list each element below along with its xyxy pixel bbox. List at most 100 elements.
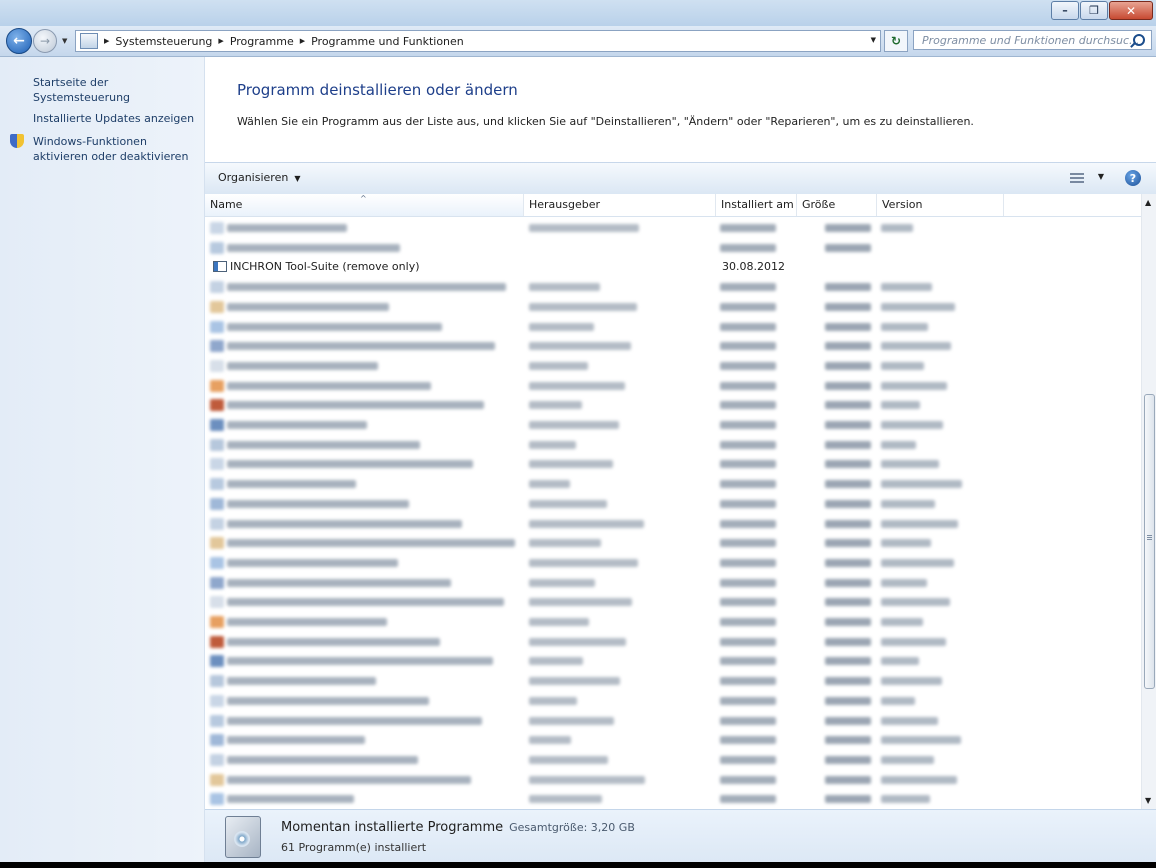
table-row[interactable] (205, 474, 1141, 494)
column-header: Name ^ Herausgeber Installiert am Größe … (205, 194, 1141, 217)
history-dropdown-icon[interactable]: ▼ (62, 37, 67, 45)
table-row[interactable] (205, 415, 1141, 435)
table-row[interactable] (205, 514, 1141, 534)
redacted-cell (881, 677, 942, 686)
column-version[interactable]: Version (877, 194, 1004, 216)
table-row[interactable] (205, 533, 1141, 553)
title-bar[interactable]: – ❐ ✕ (0, 0, 1156, 26)
table-row[interactable] (205, 789, 1141, 809)
refresh-button[interactable]: ↻ (884, 30, 908, 52)
command-bar: Organisieren ▼ ▼ ? (205, 162, 1156, 195)
table-row[interactable] (205, 651, 1141, 671)
redacted-cell (720, 598, 776, 607)
redacted-cell (227, 224, 347, 232)
redacted-cell (881, 401, 920, 410)
view-options-icon[interactable] (1070, 173, 1084, 184)
table-row[interactable] (205, 750, 1141, 770)
link-windows-features[interactable]: Windows-Funktionen aktivieren oder deakt… (33, 134, 188, 164)
redacted-cell (227, 283, 506, 292)
redacted-cell (529, 736, 571, 745)
redacted-cell (881, 302, 955, 311)
link-control-panel-home[interactable]: Startseite der Systemsteuerung (33, 75, 204, 105)
table-row[interactable] (205, 573, 1141, 593)
close-icon: ✕ (1125, 3, 1137, 18)
close-button[interactable]: ✕ (1109, 1, 1153, 20)
redacted-cell (881, 558, 954, 567)
arrow-left-icon: ← (13, 33, 25, 49)
forward-button[interactable]: → (33, 29, 57, 53)
table-row[interactable] (205, 238, 1141, 258)
table-row[interactable] (205, 277, 1141, 297)
column-publisher[interactable]: Herausgeber (524, 194, 716, 216)
breadcrumb-programme[interactable]: Programme (230, 35, 294, 48)
redacted-cell (881, 283, 932, 292)
redacted-cell (881, 480, 962, 489)
maximize-button[interactable]: ❐ (1080, 1, 1108, 20)
redacted-cell (529, 460, 613, 469)
redacted-cell (720, 480, 776, 489)
column-installed[interactable]: Installiert am (716, 194, 797, 216)
column-size[interactable]: Größe (797, 194, 877, 216)
redacted-cell (529, 677, 620, 686)
redacted-cell (227, 302, 389, 311)
redacted-cell (720, 716, 776, 725)
table-row[interactable] (205, 376, 1141, 396)
scroll-up-icon[interactable]: ▲ (1145, 198, 1151, 207)
table-row[interactable] (205, 494, 1141, 514)
table-row[interactable] (205, 592, 1141, 612)
table-row[interactable] (205, 297, 1141, 317)
chevron-right-icon[interactable]: ▶ (300, 37, 305, 45)
control-panel-window: – ❐ ✕ ← → ▼ ▶ Systemsteuerung ▶ Programm… (0, 0, 1156, 862)
minimize-button[interactable]: – (1051, 1, 1079, 20)
table-row[interactable] (205, 671, 1141, 691)
table-row[interactable] (205, 395, 1141, 415)
program-list[interactable]: INCHRON Tool-Suite (remove only) 30.08.20… (205, 217, 1141, 809)
breadcrumb-programme-und-funktionen[interactable]: Programme und Funktionen (311, 35, 464, 48)
program-icon (210, 753, 224, 766)
column-name[interactable]: Name ^ (205, 194, 524, 216)
scroll-down-icon[interactable]: ▼ (1145, 796, 1151, 805)
table-row[interactable] (205, 612, 1141, 632)
help-icon[interactable]: ? (1125, 170, 1141, 186)
chevron-right-icon[interactable]: ▶ (104, 37, 109, 45)
program-icon (210, 281, 224, 294)
table-row[interactable] (205, 317, 1141, 337)
table-row[interactable] (205, 336, 1141, 356)
search-placeholder: Programme und Funktionen durchsuc... (922, 34, 1140, 47)
table-row[interactable] (205, 454, 1141, 474)
program-icon (210, 300, 224, 313)
chevron-right-icon[interactable]: ▶ (218, 37, 223, 45)
table-row[interactable] (205, 770, 1141, 790)
table-row[interactable]: INCHRON Tool-Suite (remove only) 30.08.20… (205, 257, 1141, 277)
redacted-cell (529, 795, 602, 804)
table-row[interactable] (205, 356, 1141, 376)
address-dropdown-icon[interactable]: ▼ (871, 36, 876, 44)
address-field[interactable]: ▶ Systemsteuerung ▶ Programme ▶ Programm… (75, 30, 881, 52)
program-icon (210, 773, 224, 786)
table-row[interactable] (205, 632, 1141, 652)
breadcrumb-systemsteuerung[interactable]: Systemsteuerung (115, 35, 212, 48)
organize-button[interactable]: Organisieren ▼ (218, 171, 300, 184)
redacted-cell (720, 401, 776, 410)
search-input[interactable]: Programme und Funktionen durchsuc... (913, 30, 1152, 50)
details-title-text: Momentan installierte Programme (281, 820, 504, 835)
table-row[interactable] (205, 730, 1141, 750)
table-row[interactable] (205, 218, 1141, 238)
redacted-cell (720, 440, 776, 449)
vertical-scrollbar[interactable]: ▲ ▼ (1141, 194, 1156, 809)
search-icon[interactable] (1133, 34, 1145, 46)
table-row[interactable] (205, 435, 1141, 455)
table-row[interactable] (205, 553, 1141, 573)
organize-label: Organisieren (218, 171, 289, 184)
redacted-cell (720, 342, 776, 351)
view-dropdown-icon[interactable]: ▼ (1098, 172, 1104, 181)
program-icon (210, 379, 224, 392)
link-installed-updates[interactable]: Installierte Updates anzeigen (33, 111, 194, 126)
redacted-cell (720, 421, 776, 429)
back-button[interactable]: ← (6, 28, 32, 54)
redacted-cell (881, 775, 957, 784)
redacted-cell (720, 657, 776, 666)
scrollbar-thumb[interactable] (1144, 394, 1155, 689)
table-row[interactable] (205, 711, 1141, 731)
table-row[interactable] (205, 691, 1141, 711)
